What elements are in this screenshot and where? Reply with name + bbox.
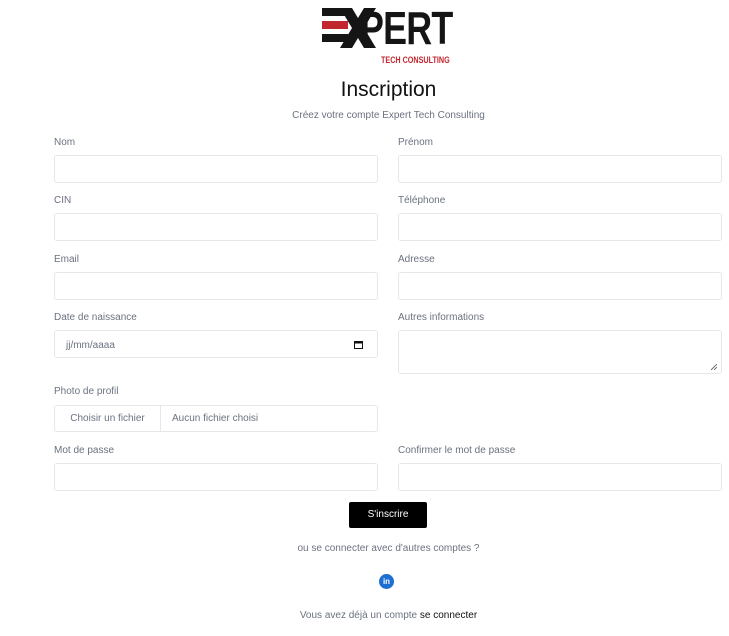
resize-handle-icon[interactable]: [711, 364, 717, 370]
dob-input[interactable]: jj/mm/aaaa: [54, 330, 378, 358]
page-subtitle: Créez votre compte Expert Tech Consultin…: [292, 110, 485, 121]
confirm-password-label: Confirmer le mot de passe: [398, 445, 516, 456]
photo-file-input[interactable]: Choisir un fichier Aucun fichier choisi: [54, 405, 378, 432]
email-input[interactable]: [54, 272, 378, 300]
register-button[interactable]: S'inscrire: [349, 502, 427, 528]
logo-wordmark: PERT: [360, 2, 453, 54]
adresse-label: Adresse: [398, 254, 435, 265]
confirm-password-input[interactable]: [398, 463, 722, 491]
nom-input[interactable]: [54, 155, 378, 183]
dob-label: Date de naissance: [54, 312, 137, 323]
telephone-label: Téléphone: [398, 195, 446, 206]
nom-label: Nom: [54, 137, 76, 148]
autres-textarea[interactable]: [398, 330, 722, 374]
login-link[interactable]: se connecter: [420, 610, 477, 621]
company-logo: PERT TECH CONSULTING: [322, 4, 454, 66]
login-prompt: Vous avez déjà un compte se connecter: [0, 610, 729, 621]
dob-placeholder: jj/mm/aaaa: [66, 340, 115, 351]
logo-subtitle: TECH CONSULTING: [381, 55, 450, 65]
prenom-label: Prénom: [398, 137, 434, 148]
adresse-input[interactable]: [398, 272, 722, 300]
prenom-input[interactable]: [398, 155, 722, 183]
autres-label: Autres informations: [398, 312, 485, 323]
photo-label: Photo de profil: [54, 386, 119, 397]
password-label: Mot de passe: [54, 445, 115, 456]
cin-label: CIN: [54, 195, 72, 206]
telephone-input[interactable]: [398, 213, 722, 241]
password-input[interactable]: [54, 463, 378, 491]
login-prompt-text: Vous avez déjà un compte: [299, 610, 418, 621]
calendar-icon[interactable]: [354, 341, 363, 349]
file-status: Aucun fichier choisi: [172, 413, 259, 424]
page-title: Inscription: [340, 78, 437, 101]
social-login-prompt: ou se connecter avec d'autres comptes ?: [297, 543, 480, 554]
linkedin-icon[interactable]: in: [379, 574, 394, 589]
choose-file-button[interactable]: Choisir un fichier: [55, 406, 161, 431]
cin-input[interactable]: [54, 213, 378, 241]
email-label: Email: [54, 254, 80, 265]
